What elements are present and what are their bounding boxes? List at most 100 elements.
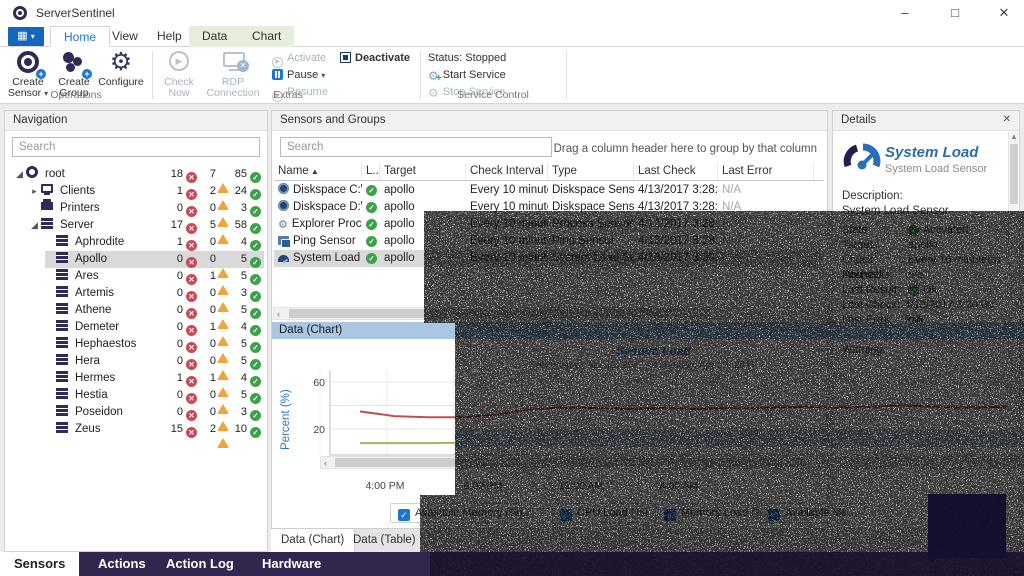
sensor-row-ping-sensor[interactable]: Ping Sensor✓apolloEvery 10 minute(s)Ping… <box>274 233 824 250</box>
details-close-icon[interactable]: ✕ <box>1003 114 1011 125</box>
tree-item-poseidon[interactable]: Poseidon0✕03✓ <box>5 404 267 421</box>
ok-count: 4 <box>223 319 247 336</box>
chart-horizontal-scrollbar[interactable]: ‹ <box>320 456 823 469</box>
sensor-last-check: 4/13/2017 3:28:39... <box>634 182 718 199</box>
sensor-row-system-load[interactable]: System Load✓apolloEvery 10 minute(s)Syst… <box>274 250 824 267</box>
column-header-check-interval[interactable]: Check Interval <box>466 163 548 180</box>
tree-item-ares[interactable]: Ares0✕15✓ <box>5 268 267 285</box>
tab-chart[interactable]: Chart <box>239 26 294 47</box>
sensor-row-diskspace-c[interactable]: Diskspace C:\✓apolloEvery 10 minute(s)Di… <box>274 182 824 199</box>
scrollbar-thumb[interactable] <box>335 458 810 467</box>
group-by-drop-zone[interactable]: Drag a column header here to group by th… <box>554 143 817 155</box>
scrollbar-thumb[interactable] <box>289 309 709 318</box>
details-field-value: ✓Activated <box>908 223 968 238</box>
column-header-last-error[interactable]: Last Error <box>718 163 814 180</box>
server-icon <box>56 354 68 365</box>
tree-item-aphrodite[interactable]: Aphrodite1✕04✓ <box>5 234 267 251</box>
tree-item-apollo[interactable]: Apollo0✕05✓ <box>5 251 267 268</box>
window-title: ServerSentinel <box>36 6 115 20</box>
bottom-tab-actions[interactable]: Actions <box>84 552 160 576</box>
checkbox-checked-icon[interactable]: ✓ <box>560 509 572 521</box>
details-field-last-result: Last Result:✓Ok <box>833 283 1007 298</box>
column-header-last-check[interactable]: Last Check <box>634 163 718 180</box>
details-field-state: State:✓Activated <box>833 223 1007 238</box>
tree-item-hestia[interactable]: Hestia0✕05✓ <box>5 387 267 404</box>
tree-item-server[interactable]: ◢Server17✕558✓ <box>5 217 267 234</box>
ok-count: 24 <box>223 183 247 200</box>
bottom-tab-sensors[interactable]: Sensors <box>0 552 79 576</box>
pause-button[interactable]: Pause ▾ <box>272 68 325 83</box>
minimize-button[interactable]: – <box>885 0 925 26</box>
scroll-up-icon[interactable]: ▲ <box>1010 132 1018 141</box>
warning-count: 7 <box>192 166 216 183</box>
expander-icon[interactable]: ▸ <box>28 183 41 200</box>
scrollbar-thumb[interactable] <box>1010 144 1018 204</box>
configure-button[interactable]: ⚙ Configure <box>96 49 146 88</box>
tab-help[interactable]: Help <box>144 26 195 47</box>
details-field-last-check: Last Check:4/13/2017 3:30:00 PM <box>833 298 1007 313</box>
ok-count: 5 <box>223 302 247 319</box>
app-menu-button[interactable]: ▦ ▾ <box>8 27 44 46</box>
column-header-target[interactable]: Target <box>380 163 466 180</box>
legend-item-cpu-load[interactable]: ✓CPU Load (%) <box>552 503 656 523</box>
server-icon <box>56 405 68 416</box>
navigation-search-input[interactable]: Search <box>12 137 260 157</box>
tree-item-printers[interactable]: Printers0✕03✓ <box>5 200 267 217</box>
close-button[interactable]: ✕ <box>984 0 1024 26</box>
maximize-button[interactable]: □ <box>935 0 975 26</box>
details-field-value: ✓Ok <box>908 283 937 298</box>
sort-asc-icon: ▲ <box>309 167 319 176</box>
tree-item-demeter[interactable]: Demeter0✕14✓ <box>5 319 267 336</box>
bottom-tab-hardware[interactable]: Hardware <box>248 552 335 576</box>
tree-item-zeus[interactable]: Zeus15✕210✓ <box>5 421 267 438</box>
error-count: 0 <box>159 336 183 353</box>
sensor-last-check: 4/13/2017 3:28:41... <box>634 199 718 216</box>
scroll-left-icon[interactable]: ‹ <box>277 308 280 320</box>
tree-item-label: Hephaestos <box>75 338 136 350</box>
legend-item-available-memory[interactable]: ✓Available Memory (%) <box>390 503 530 523</box>
sensor-last-check: 4/13/2017 3:28:4... <box>634 233 718 250</box>
tree-item-label: Hera <box>75 355 100 367</box>
activate-button[interactable]: ▶Activate <box>272 51 326 66</box>
column-header-name[interactable]: Name ▲ <box>274 163 362 180</box>
warning-count: 0 <box>192 353 216 370</box>
y-tick-label: 20 <box>313 424 325 436</box>
table-header-row: Name ▲L..TargetCheck IntervalTypeLast Ch… <box>274 163 824 181</box>
expander-icon[interactable]: ◢ <box>28 217 41 234</box>
column-header-type[interactable]: Type <box>548 163 634 180</box>
details-field-value: 4/13/2017 3:30:00 PM <box>905 298 1008 313</box>
ok-badge-icon: ✓ <box>908 225 919 236</box>
data-chart-section-header[interactable]: Data (Chart) <box>272 322 827 339</box>
sensors-search-input[interactable]: Search <box>280 137 552 157</box>
tree-item-hermes[interactable]: Hermes1✕14✓ <box>5 370 267 387</box>
tree-item-hera[interactable]: Hera0✕05✓ <box>5 353 267 370</box>
sensors-horizontal-scrollbar[interactable]: ‹ <box>273 307 826 320</box>
expander-icon[interactable]: ◢ <box>13 166 26 183</box>
legend-item-memory-load[interactable]: ✓Memory Load (%) <box>656 503 776 523</box>
tree-item-artemis[interactable]: Artemis0✕03✓ <box>5 285 267 302</box>
create-group-icon: + <box>60 49 88 75</box>
checkbox-checked-icon[interactable]: ✓ <box>768 509 780 521</box>
warning-count: 1 <box>192 319 216 336</box>
sensor-row-explorer-process[interactable]: ⚙Explorer Process✓apolloEvery 10 minute(… <box>274 216 824 233</box>
ok-count: 85 <box>223 166 247 183</box>
tab-data-table[interactable]: Data (Table) <box>343 529 426 553</box>
checkbox-checked-icon[interactable]: ✓ <box>398 509 410 521</box>
deactivate-button[interactable]: Deactivate <box>340 51 410 66</box>
error-count: 1 <box>159 370 183 387</box>
tree-item-clients[interactable]: ▸Clients1✕224✓ <box>5 183 267 200</box>
checkbox-checked-icon[interactable]: ✓ <box>664 509 676 521</box>
tab-data[interactable]: Data <box>189 26 240 47</box>
column-header-label: Name <box>278 165 309 177</box>
column-header-l[interactable]: L.. <box>362 163 380 180</box>
scroll-left-icon[interactable]: ‹ <box>324 457 327 469</box>
legend-item-available-me[interactable]: ✓Available Me... <box>760 503 865 523</box>
start-service-button[interactable]: ⚙Start Service <box>428 68 506 83</box>
bottom-tab-action-log[interactable]: Action Log <box>152 552 248 576</box>
tree-item-root[interactable]: ◢root18✕785✓ <box>5 166 267 183</box>
details-field-label: Last Error: <box>842 313 908 328</box>
chart-title: System Load <box>616 344 691 358</box>
tree-item-hephaestos[interactable]: Hephaestos0✕05✓ <box>5 336 267 353</box>
sensor-row-diskspace-d[interactable]: Diskspace D:\✓apolloEvery 10 minute(s)Di… <box>274 199 824 216</box>
tree-item-athene[interactable]: Athene0✕05✓ <box>5 302 267 319</box>
